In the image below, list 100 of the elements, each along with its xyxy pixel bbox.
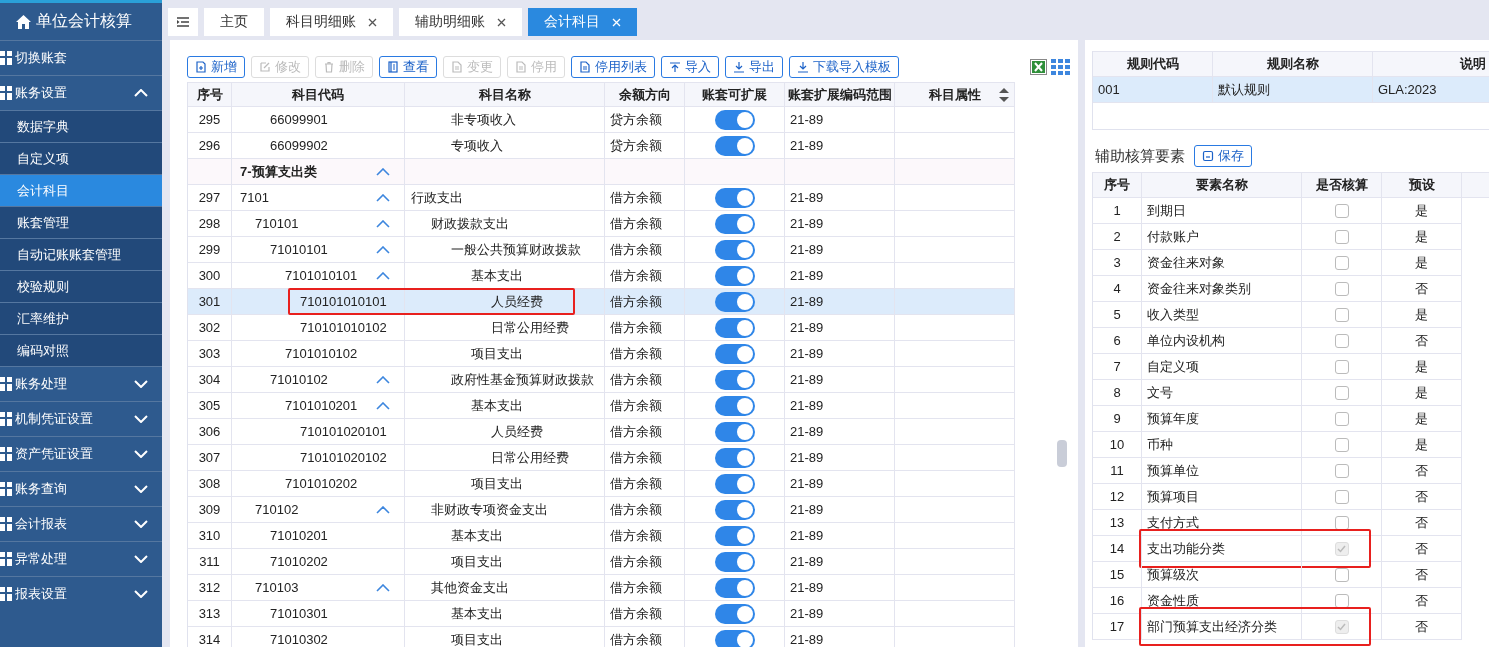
sidebar-item[interactable]: 自动记账账套管理 — [0, 238, 162, 270]
toggle-switch[interactable] — [714, 447, 755, 468]
table-cell: 66099901 — [270, 112, 328, 127]
tab[interactable]: 会计科目 — [528, 8, 637, 36]
table-cell: 否 — [1382, 276, 1462, 301]
sidebar-group[interactable]: 账务处理 — [0, 366, 162, 401]
sidebar-group[interactable]: 会计报表 — [0, 506, 162, 541]
table-cell: 710101020101 — [300, 424, 387, 439]
toolbar-button[interactable]: 导出 — [725, 56, 783, 78]
chevron-icon[interactable] — [376, 167, 390, 176]
sidebar-item[interactable]: 校验规则 — [0, 270, 162, 302]
chevron-icon[interactable] — [376, 375, 390, 384]
toggle-switch[interactable] — [714, 603, 755, 624]
chevron-icon[interactable] — [376, 401, 390, 410]
toggle-switch[interactable] — [714, 395, 755, 416]
toggle-switch[interactable] — [714, 135, 755, 156]
checkbox[interactable] — [1334, 437, 1349, 452]
table-row[interactable]: 7-预算支出类 — [188, 159, 1015, 185]
sidebar-group[interactable]: 资产凭证设置 — [0, 436, 162, 471]
toolbar-button[interactable]: 查看 — [379, 56, 437, 78]
toggle-switch[interactable] — [714, 577, 755, 598]
chevron-icon[interactable] — [376, 505, 390, 514]
close-icon[interactable] — [368, 17, 377, 27]
table-row[interactable]: 304 71010102 政府性基金预算财政拨款 借方余额 21-89 — [188, 367, 1015, 393]
table-row[interactable]: 307 710101020102 日常公用经费 借方余额 21-89 — [188, 445, 1015, 471]
checkbox[interactable] — [1334, 385, 1349, 400]
scrollbar-thumb[interactable] — [1057, 440, 1067, 467]
sidebar-item[interactable]: 编码对照 — [0, 334, 162, 366]
toolbar-button[interactable]: 新增 — [187, 56, 245, 78]
toggle-switch[interactable] — [714, 109, 755, 130]
grid-view-icon[interactable] — [1051, 59, 1070, 75]
table-row[interactable]: 312 710103 其他资金支出 借方余额 21-89 — [188, 575, 1015, 601]
spreadsheet-icon[interactable] — [1030, 59, 1047, 75]
checkbox[interactable] — [1334, 333, 1349, 348]
checkbox[interactable] — [1334, 229, 1349, 244]
sidebar-item[interactable]: 数据字典 — [0, 110, 162, 142]
table-cell: 专项收入 — [405, 133, 605, 158]
menu-button[interactable] — [168, 8, 198, 36]
tab[interactable]: 科目明细账 — [270, 8, 393, 36]
sidebar-group[interactable]: 账务查询 — [0, 471, 162, 506]
checkbox[interactable] — [1334, 359, 1349, 374]
checkbox[interactable] — [1334, 515, 1349, 530]
checkbox[interactable] — [1334, 489, 1349, 504]
table-row[interactable]: 311 71010202 项目支出 借方余额 21-89 — [188, 549, 1015, 575]
sort-icon[interactable] — [998, 87, 1010, 103]
table-row[interactable]: 314 71010302 项目支出 借方余额 21-89 — [188, 627, 1015, 647]
checkbox[interactable] — [1334, 281, 1349, 296]
toggle-switch[interactable] — [714, 291, 755, 312]
checkbox[interactable] — [1334, 463, 1349, 478]
toggle-switch[interactable] — [714, 551, 755, 572]
sidebar-item[interactable]: 账套管理 — [0, 206, 162, 238]
chevron-icon[interactable] — [376, 583, 390, 592]
toggle-switch[interactable] — [714, 629, 755, 647]
close-icon[interactable] — [497, 17, 506, 27]
toggle-switch[interactable] — [714, 213, 755, 234]
table-row[interactable]: 001 默认规则 GLA:2023 — [1093, 77, 1489, 103]
toggle-switch[interactable] — [714, 187, 755, 208]
table-row[interactable]: 298 710101 财政拨款支出 借方余额 21-89 — [188, 211, 1015, 237]
tab[interactable]: 辅助明细账 — [399, 8, 522, 36]
toolbar-button[interactable]: 导入 — [661, 56, 719, 78]
table-row[interactable]: 299 71010101 一般公共预算财政拨款 借方余额 21-89 — [188, 237, 1015, 263]
toggle-switch[interactable] — [714, 369, 755, 390]
table-row[interactable]: 303 7101010102 项目支出 借方余额 21-89 — [188, 341, 1015, 367]
toggle-switch[interactable] — [714, 499, 755, 520]
toggle-switch[interactable] — [714, 239, 755, 260]
checkbox[interactable] — [1334, 411, 1349, 426]
chevron-icon[interactable] — [376, 219, 390, 228]
tab[interactable]: 主页 — [204, 8, 264, 36]
sidebar-group[interactable]: 报表设置 — [0, 576, 162, 611]
chevron-icon[interactable] — [376, 193, 390, 202]
table-row[interactable]: 301 710101010101 人员经费 借方余额 21-89 — [188, 289, 1015, 315]
sidebar-item[interactable]: 会计科目 — [0, 174, 162, 206]
table-row[interactable]: 310 71010201 基本支出 借方余额 21-89 — [188, 523, 1015, 549]
toggle-switch[interactable] — [714, 317, 755, 338]
save-button[interactable]: 保存 — [1194, 145, 1252, 167]
table-row[interactable]: 309 710102 非财政专项资金支出 借方余额 21-89 — [188, 497, 1015, 523]
sidebar-item[interactable]: 自定义项 — [0, 142, 162, 174]
table-row[interactable]: 295 66099901 非专项收入 贷方余额 21-89 — [188, 107, 1015, 133]
table-row[interactable]: 297 7101 行政支出 借方余额 21-89 — [188, 185, 1015, 211]
table-row[interactable]: 302 710101010102 日常公用经费 借方余额 21-89 — [188, 315, 1015, 341]
sidebar-item[interactable]: 汇率维护 — [0, 302, 162, 334]
sidebar-group[interactable]: 机制凭证设置 — [0, 401, 162, 436]
toolbar-button[interactable]: 停用列表 — [571, 56, 655, 78]
toggle-switch[interactable] — [714, 421, 755, 442]
chevron-icon[interactable] — [376, 271, 390, 280]
checkbox[interactable] — [1334, 593, 1349, 608]
table-row[interactable]: 306 710101020101 人员经费 借方余额 21-89 — [188, 419, 1015, 445]
checkbox[interactable] — [1334, 255, 1349, 270]
table-row[interactable]: 313 71010301 基本支出 借方余额 21-89 — [188, 601, 1015, 627]
sidebar-group[interactable]: 异常处理 — [0, 541, 162, 576]
toggle-switch[interactable] — [714, 525, 755, 546]
chevron-icon[interactable] — [376, 245, 390, 254]
toggle-switch[interactable] — [714, 343, 755, 364]
checkbox[interactable] — [1334, 203, 1349, 218]
table-row[interactable]: 305 7101010201 基本支出 借方余额 21-89 — [188, 393, 1015, 419]
table-row[interactable]: 308 7101010202 项目支出 借方余额 21-89 — [188, 471, 1015, 497]
toggle-switch[interactable] — [714, 473, 755, 494]
checkbox[interactable] — [1334, 307, 1349, 322]
toggle-switch[interactable] — [714, 265, 755, 286]
toolbar-button[interactable]: 下载导入模板 — [789, 56, 899, 78]
